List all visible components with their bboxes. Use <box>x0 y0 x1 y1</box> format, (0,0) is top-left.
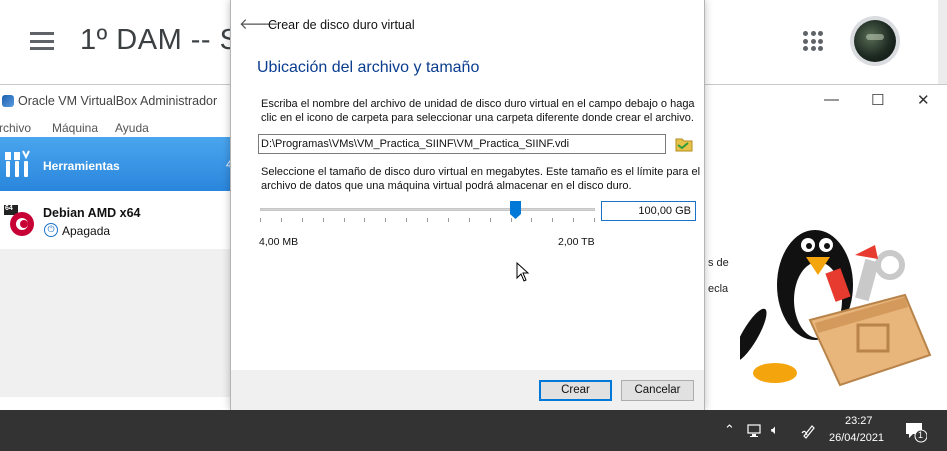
slider-tick <box>531 218 532 222</box>
virtualbox-logo-icon <box>2 95 14 107</box>
pen-icon[interactable] <box>801 423 817 439</box>
size-slider-track[interactable] <box>260 208 595 211</box>
mouse-cursor-icon <box>516 262 530 282</box>
power-off-icon: ⏻ <box>44 223 58 237</box>
slider-tick <box>594 218 595 222</box>
notification-count: 1 <box>918 430 924 440</box>
slider-tick <box>260 218 261 222</box>
close-button[interactable]: ✕ <box>917 91 930 109</box>
folder-icon[interactable] <box>674 134 694 154</box>
slider-min-label: 4,00 MB <box>259 236 299 248</box>
menu-archivo[interactable]: rchivo <box>0 121 31 135</box>
slider-tick <box>490 218 491 222</box>
slider-tick <box>385 218 386 222</box>
cancel-button[interactable]: Cancelar <box>621 380 694 401</box>
file-path-input[interactable]: D:\Programas\VMs\VM_Practica_SIINF\VM_Pr… <box>258 134 666 154</box>
slider-tick <box>364 218 365 222</box>
minimize-button[interactable]: — <box>824 91 839 108</box>
location-description: Escriba el nombre del archivo de unidad … <box>261 98 695 124</box>
size-slider-ticks <box>260 218 595 222</box>
vm-list-item[interactable]: 64 Debian AMD x64 ⏻ Apagada <box>0 191 232 249</box>
welcome-text-fragment: s de <box>708 257 729 269</box>
slider-tick <box>448 218 449 222</box>
course-title: 1º DAM -- S <box>80 24 240 56</box>
arch-badge: 64 <box>5 205 13 212</box>
tray-expand-icon[interactable]: ⌃ <box>724 422 735 438</box>
slider-tick <box>427 218 428 222</box>
clock-time[interactable]: 23:27 <box>845 415 873 427</box>
hamburger-menu-icon[interactable] <box>30 32 54 50</box>
tools-icon <box>5 150 30 177</box>
apps-grid-icon[interactable] <box>803 31 823 51</box>
notification-center-icon[interactable] <box>905 421 927 443</box>
size-input[interactable]: 100,00 GB <box>601 201 696 221</box>
penguin-toolbox-icon <box>740 230 932 387</box>
menu-ayuda[interactable]: Ayuda <box>115 121 149 135</box>
page-title: Ubicación del archivo y tamaño <box>257 59 480 76</box>
slider-tick <box>302 218 303 222</box>
avatar[interactable] <box>850 16 900 66</box>
vbox-window-title: Oracle VM VirtualBox Administrador <box>18 94 218 108</box>
maximize-button[interactable]: ☐ <box>871 91 884 109</box>
slider-tick <box>344 218 345 222</box>
network-icon[interactable] <box>747 424 765 438</box>
dialog-content: 🡐 Crear de disco duro virtual Ubicación … <box>231 0 704 370</box>
create-disk-dialog: 🡐 Crear de disco duro virtual Ubicación … <box>230 0 705 410</box>
slider-max-label: 2,00 TB <box>558 236 595 248</box>
vm-state: Apagada <box>62 224 111 238</box>
slider-tick <box>281 218 282 222</box>
size-slider-thumb[interactable] <box>510 201 521 219</box>
welcome-text-fragment: ecla <box>708 283 729 295</box>
slider-tick <box>469 218 470 222</box>
slider-tick <box>406 218 407 222</box>
dialog-title: Crear de disco duro virtual <box>268 18 415 32</box>
size-description: Seleccione el tamaño de disco duro virtu… <box>261 166 701 192</box>
slider-tick <box>552 218 553 222</box>
volume-icon[interactable]: 🔈︎ <box>771 422 779 438</box>
tools-label: Herramientas <box>43 159 120 173</box>
menu-maquina[interactable]: Máquina <box>52 121 98 135</box>
slider-tick <box>573 218 574 222</box>
vm-name: Debian AMD x64 <box>43 206 141 220</box>
slider-tick <box>323 218 324 222</box>
vbox-machine-list: Herramientas 4 64 Debian AMD x64 ⏻ Apaga… <box>0 137 232 397</box>
taskbar: ⌃ 🔈︎ 23:27 26/04/2021 1 <box>0 410 947 451</box>
tools-item[interactable]: Herramientas 4 <box>0 137 232 191</box>
page-scrollbar[interactable] <box>938 0 947 84</box>
clock-date[interactable]: 26/04/2021 <box>829 432 884 444</box>
create-button[interactable]: Crear <box>539 380 612 401</box>
